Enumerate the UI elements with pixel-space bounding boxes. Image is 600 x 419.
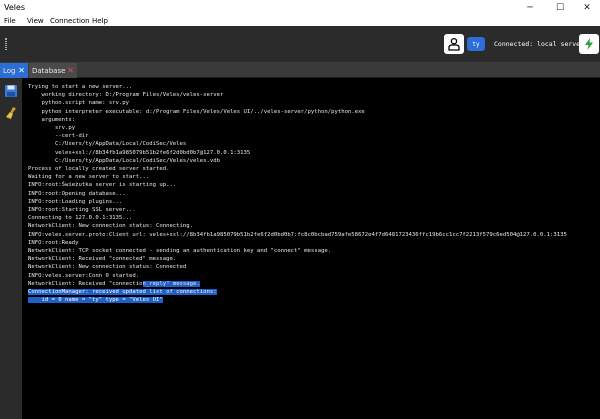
log-line-text: veles+ssl://8b34fb1a985079b51b2fe6f2d0bd… [28, 149, 251, 156]
log-line: NetworkClient: New connection status: Co… [28, 222, 600, 230]
log-line-text: C:/Users/ty/AppData/Local/CodiSec/Veles [28, 141, 187, 148]
log-line: ConnectionManager: received updated list… [28, 288, 600, 296]
minimize-button[interactable]: ─ [516, 0, 544, 16]
log-line-text: arguments: [28, 116, 76, 123]
log-line-text: Trying to start a new server... [28, 84, 133, 90]
clear-icon[interactable] [4, 106, 18, 120]
log-line-text: INFO:root:Ready [28, 239, 79, 246]
log-line-text: C:/Users/ty/AppData/Local/CodiSec/Veles/… [28, 157, 220, 164]
menu-view[interactable]: View [27, 17, 44, 25]
maximize-button[interactable]: ☐ [546, 0, 574, 16]
lightning-icon [585, 38, 593, 50]
log-line: Trying to start a new server... [28, 83, 600, 91]
log-line: INFO:root:Świeżutka server is starting u… [28, 181, 600, 189]
log-output[interactable]: Trying to start a new server... working … [22, 78, 600, 419]
tab-log-close-icon[interactable]: ✕ [18, 66, 25, 75]
menu-connection[interactable]: Connection [50, 17, 90, 25]
log-line: python interpreter executable: d:/Progra… [28, 108, 600, 116]
save-icon[interactable] [4, 84, 18, 98]
title-bar: Veles ─ ☐ ✕ [0, 0, 600, 16]
log-line: INFO:root:Starting SSL server... [28, 206, 600, 214]
tab-database[interactable]: Database ✕ [29, 63, 77, 78]
log-line-text: Process of locally created server starte… [28, 166, 170, 173]
log-line: INFO:veles.server.proto:Client url: vele… [28, 231, 600, 239]
log-line-text: NetworkClient: Received "connected" mess… [28, 256, 177, 263]
tab-database-close-icon[interactable]: ✕ [67, 66, 74, 75]
log-line-text: id = 0 name = "ty" type = "Veles UI" [28, 297, 163, 304]
log-line-text: INFO:veles.server:Conn 0 started. [28, 272, 140, 279]
log-line-text: python.script name: srv.py [28, 100, 130, 107]
log-line: --cert-dir [28, 132, 600, 140]
log-line: Process of locally created server starte… [28, 165, 600, 173]
log-line: INFO:root:Loading plugins... [28, 198, 600, 206]
log-line: working directory: D:/Program Files/Vele… [28, 91, 600, 99]
log-line-text: Waiting for a new server to start... [28, 174, 150, 181]
log-line: id = 0 name = "ty" type = "Veles UI" [28, 296, 600, 304]
connection-status: Connected: local server [494, 40, 585, 48]
log-line: NetworkClient: TCP socket connected - se… [28, 247, 600, 255]
tab-database-label: Database [32, 66, 66, 75]
tab-log-label: Log [3, 66, 16, 75]
tab-strip: Log ✕ Database ✕ [0, 62, 600, 78]
log-line-text: srv.py [28, 125, 76, 132]
log-line-text: NetworkClient: TCP socket connected - se… [28, 248, 332, 255]
log-line: NetworkClient: New connection status: Co… [28, 263, 600, 271]
log-line: NetworkClient: Received "connected" mess… [28, 255, 600, 263]
log-line-text: INFO:veles.server.proto:Client url: vele… [28, 231, 567, 238]
menu-file[interactable]: File [4, 17, 16, 25]
log-line-text: NetworkClient: Received "connectio [28, 280, 143, 287]
log-line: C:/Users/ty/AppData/Local/CodiSec/Veles/… [28, 157, 600, 165]
log-line: Waiting for a new server to start... [28, 173, 600, 181]
log-line: INFO:root:Opening database... [28, 190, 600, 198]
log-line-text: Connecting to 127.0.0.1:3135... [28, 215, 133, 222]
log-line-text: INFO:root:Świeżutka server is starting u… [28, 182, 177, 189]
log-line: Connecting to 127.0.0.1:3135... [28, 214, 600, 222]
log-line: INFO:root:Ready [28, 239, 600, 247]
user-name-badge[interactable]: ty [467, 37, 485, 51]
log-line-text: INFO:root:Opening database... [28, 190, 126, 197]
menu-help[interactable]: Help [92, 17, 108, 25]
log-line: arguments: [28, 116, 600, 124]
tab-log[interactable]: Log ✕ [0, 63, 28, 78]
menu-bar: File View Connection Help [0, 16, 600, 26]
connection-button[interactable] [579, 34, 599, 54]
log-line-text: NetworkClient: New connection status: Co… [28, 264, 187, 271]
window-title: Veles [4, 3, 26, 12]
log-line-text: working directory: D:/Program Files/Vele… [28, 92, 224, 99]
user-icon [448, 37, 460, 51]
toolbar: ty Connected: local server [0, 26, 600, 62]
log-line: python.script name: srv.py [28, 99, 600, 107]
log-line-text: INFO:root:Loading plugins... [28, 198, 123, 205]
log-line-text: INFO:root:Starting SSL server... [28, 207, 136, 214]
log-side-toolbar [0, 78, 22, 419]
log-line-text: python interpreter executable: d:/Progra… [28, 108, 365, 115]
close-button[interactable]: ✕ [573, 0, 600, 16]
log-line-text: NetworkClient: New connection status: Co… [28, 223, 194, 230]
log-line-text: ConnectionManager: received updated list… [28, 289, 217, 296]
log-line: INFO:veles.server:Conn 0 started. [28, 272, 600, 280]
log-line-text: --cert-dir [28, 133, 89, 140]
log-line: srv.py [28, 124, 600, 132]
log-line-selection: n_reply" message. [142, 280, 200, 287]
toolbar-grip[interactable] [5, 38, 7, 50]
log-line: NetworkClient: Received "connection_repl… [28, 280, 600, 288]
user-button[interactable] [444, 34, 464, 54]
log-line: C:/Users/ty/AppData/Local/CodiSec/Veles [28, 140, 600, 148]
log-line: veles+ssl://8b34fb1a985079b51b2fe6f2d0bd… [28, 149, 600, 157]
